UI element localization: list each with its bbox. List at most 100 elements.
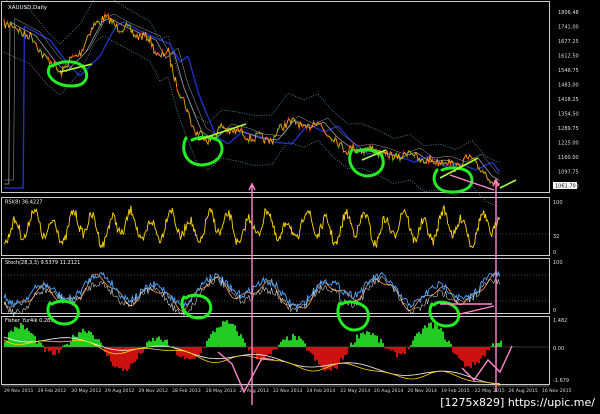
- fisher-bar-up: [362, 332, 364, 347]
- fisher-bar-up: [38, 342, 40, 347]
- fisher-bar-up: [356, 335, 358, 347]
- fisher-bar-up: [32, 334, 34, 347]
- fisher-bar-down: [200, 347, 202, 353]
- fisher-bar-up: [378, 342, 380, 347]
- fisher-bar-up: [22, 325, 24, 347]
- price-label: 1289.75: [558, 126, 579, 132]
- fisher-bar-up: [376, 336, 378, 347]
- fisher-bar-down: [484, 347, 486, 357]
- fisher-bar-down: [268, 347, 270, 354]
- fisher-bar-up: [240, 334, 242, 347]
- fisher-panel-title: Fisher_Yur4ik 0.285: [5, 318, 53, 324]
- fisher-bar-up: [420, 334, 422, 347]
- rsi-panel-title: RSI(8) 36.4227: [5, 200, 42, 206]
- fisher-bar-down: [326, 347, 328, 370]
- fisher-bar-up: [304, 343, 306, 347]
- fisher-bar-up: [152, 338, 154, 347]
- fisher-bar-down: [472, 347, 474, 362]
- date-label: 22 May 2015: [475, 388, 505, 394]
- fisher-bar-down: [480, 347, 482, 359]
- fisher-bar-up: [350, 343, 352, 347]
- fisher-bar-up: [4, 342, 6, 347]
- fisher-bar-up: [210, 334, 212, 347]
- fisher-bar-down: [392, 347, 394, 350]
- fisher-bar-down: [402, 347, 404, 353]
- fisher-bar-down: [52, 347, 54, 355]
- fisher-bar-down: [396, 347, 398, 358]
- fisher-bar-up: [294, 336, 296, 347]
- fisher-bar-down: [320, 347, 322, 366]
- fisher-bar-up: [66, 344, 68, 347]
- fisher-bar-down: [458, 347, 460, 358]
- rsi-level-label: 100: [553, 200, 563, 206]
- fisher-bar-down: [462, 347, 464, 361]
- fisher-bar-up: [156, 338, 158, 347]
- fisher-bar-up: [280, 342, 282, 347]
- fisher-bar-down: [272, 347, 274, 350]
- fisher-bar-up: [244, 343, 246, 347]
- main-panel-title: XAUUSD,Daily: [8, 5, 48, 11]
- fisher-bar-down: [456, 347, 458, 355]
- fisher-bar-up: [40, 343, 42, 348]
- fisher-bar-down: [316, 347, 318, 360]
- fisher-bar-down: [248, 347, 250, 351]
- fisher-bar-down: [474, 347, 476, 365]
- fisher-bar-up: [220, 327, 222, 347]
- price-label: 1354.50: [558, 112, 579, 118]
- fisher-bar-down: [264, 347, 266, 359]
- rsi-level-label: 32: [553, 234, 559, 240]
- fisher-bar-up: [370, 335, 372, 347]
- chart-window: 1806.48 1741.00 1677.25 1612.50 1546.75 …: [0, 0, 600, 410]
- fisher-bar-down: [50, 347, 52, 351]
- fisher-bar-up: [148, 341, 150, 347]
- fisher-bar-up: [88, 331, 90, 347]
- fisher-bar-up: [86, 333, 88, 347]
- price-label: 1612.50: [558, 54, 579, 60]
- fisher-bar-down: [466, 347, 468, 366]
- rsi-level-label: 0: [553, 250, 556, 256]
- fisher-bar-up: [438, 329, 440, 347]
- price-label: 1546.75: [558, 68, 579, 74]
- fisher-bar-up: [360, 333, 362, 347]
- fisher-bar-down: [58, 347, 60, 353]
- fisher-bar-up: [368, 332, 370, 347]
- price-label: 1225.00: [558, 141, 579, 147]
- fisher-bar-up: [296, 340, 298, 347]
- fisher-bar-down: [346, 347, 348, 354]
- fisher-bar-up: [158, 336, 160, 347]
- fisher-bar-down: [194, 347, 196, 359]
- fisher-bar-down: [398, 347, 400, 354]
- fisher-bar-down: [476, 347, 478, 362]
- fisher-bar-down: [488, 347, 490, 350]
- price-scale: 1806.48 1741.00 1677.25 1612.50 1546.75 …: [558, 10, 579, 190]
- fisher-bar-down: [464, 347, 466, 367]
- fisher-bar-down: [54, 347, 56, 355]
- fisher-bar-down: [44, 347, 46, 352]
- fisher-bar-up: [436, 325, 438, 347]
- date-label: 26 Aug 2015: [508, 388, 538, 394]
- date-label: 29 Nov 2011: [4, 388, 33, 394]
- fisher-bar-up: [212, 331, 214, 347]
- price-label: 1806.48: [558, 10, 579, 16]
- fisher-bar-down: [306, 347, 308, 351]
- fisher-bar-down: [344, 347, 346, 355]
- fisher-bar-down: [192, 347, 194, 359]
- fisher-bar-up: [354, 343, 356, 348]
- fisher-bar-up: [216, 328, 218, 347]
- fisher-bar-up: [290, 340, 292, 347]
- fisher-bar-down: [330, 347, 332, 371]
- date-label: 29 Feb 2012: [38, 388, 67, 394]
- fisher-bar-up: [146, 342, 148, 347]
- fisher-bar-up: [440, 328, 442, 347]
- fisher-bar-down: [314, 347, 316, 361]
- fisher-bar-down: [336, 347, 338, 369]
- date-label: 29 Nov 2012: [139, 388, 168, 394]
- fisher-bar-up: [30, 333, 32, 347]
- fisher-bar-up: [82, 329, 84, 347]
- fisher-bar-down: [184, 347, 186, 359]
- fisher-bar-down: [312, 347, 314, 355]
- fisher-bar-down: [340, 347, 342, 358]
- price-label: 1097.75: [558, 170, 579, 176]
- fisher-bar-up: [28, 331, 30, 347]
- fisher-bar-up: [166, 340, 168, 347]
